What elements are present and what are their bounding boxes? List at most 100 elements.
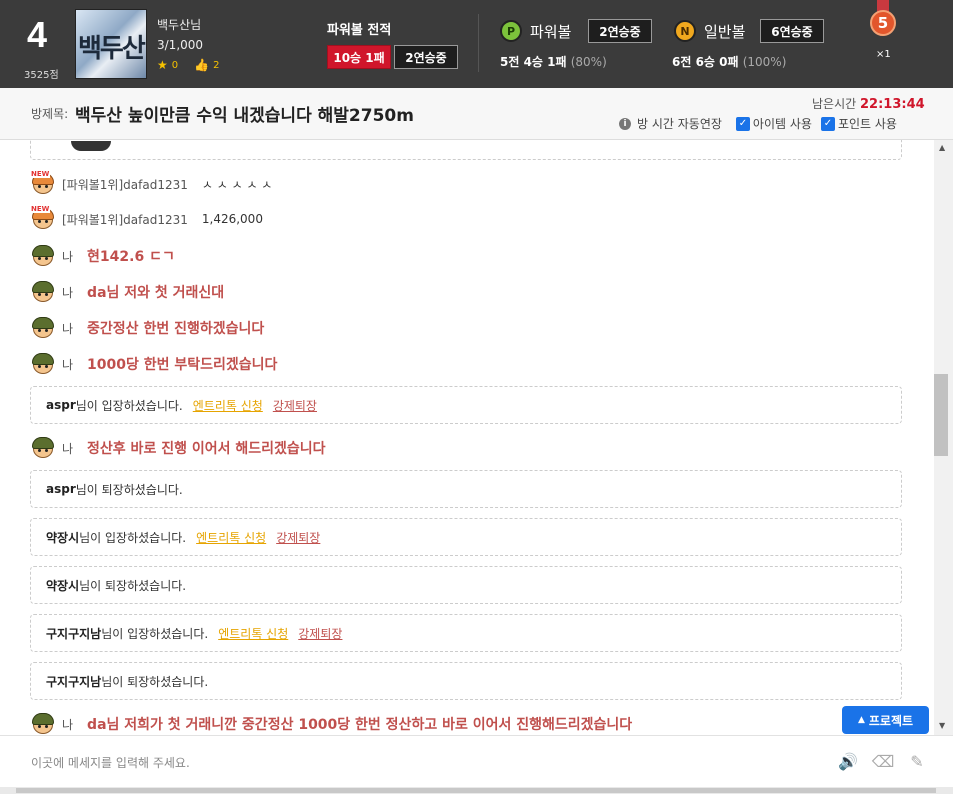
system-notice: 약장시 님이 퇴장하셨습니다. [30,566,902,604]
top-bar: 4 3525점 백두산 백두산님 3/1,000 ★ 0 👍 2 파워볼 전적 … [0,0,953,88]
avatar-text: 백두산 [78,34,146,64]
medal-icon: 5 [868,0,898,44]
notice-text: 님이 퇴장하셨습니다. [101,674,209,689]
normalball-record-pct: (100%) [742,55,787,69]
message-text: 현142.6 ㄷㄱ [87,249,175,265]
normalball-record-text: 6전 6승 0패 [672,55,739,69]
message-text: 1,426,000 [201,212,263,226]
normalball-record: 6전 6승 0패 (100%) [672,53,786,70]
message-text: da님 저희가 첫 거래니깐 중간정산 1000당 한번 정산하고 바로 이어서… [87,717,633,733]
message-text: 정산후 바로 진행 이어서 해드리겠습니다 [87,441,326,457]
room-title: 백두산 높이만큼 수익 내겠습니다 해발2750m [75,106,414,126]
my-message: 나 현142.6 ㄷㄱ [30,244,902,268]
project-button[interactable]: ▲ 프로젝트 [842,706,929,734]
system-notice: 약장시 님이 입장하셨습니다. 엔트리톡 신청 강제퇴장 [30,518,902,556]
scroll-up-icon[interactable]: ▲ [939,143,945,152]
normalball-label: 일반볼 [704,23,746,41]
my-avatar-icon [30,316,56,340]
speaker-icon[interactable]: 🔊 [837,751,859,771]
horizontal-scrollbar[interactable] [0,787,953,794]
message-input-bar: 이곳에 메세지를 입력해 주세요. 🔊 ⌫ ✎ [0,735,953,787]
notice-user[interactable]: aspr [46,398,76,412]
eraser-icon[interactable]: ⌫ [872,751,895,771]
my-message: 나 1000당 한번 부탁드리겠습니다 [30,352,902,376]
star-count: 0 [171,59,179,71]
magic-wand-icon[interactable]: ✎ [906,751,928,771]
message-sender: 나 [62,285,74,300]
medal-count: ×1 [876,49,891,60]
powerball-icon: P [500,20,522,42]
my-avatar-icon [30,244,56,268]
notice-text: 님이 퇴장하셨습니다. [79,578,187,593]
caret-up-icon: ▲ [857,715,865,725]
kick-link[interactable]: 강제퇴장 [298,625,342,642]
point-use-label: 포인트 사용 [837,117,897,131]
powerball-label: 파워볼 [530,23,572,41]
my-message: 나 da님 저와 첫 거래신대 [30,280,902,304]
notice-user[interactable]: 구지구지남 [46,625,101,642]
item-use-option[interactable]: ✓ 아이템 사용 [735,115,812,132]
message-sender: 나 [62,321,74,336]
system-notice: aspr 님이 퇴장하셨습니다. [30,470,902,508]
powerball-record-title: 파워볼 전적 [327,23,392,38]
entry-talk-link[interactable]: 엔트리톡 신청 [196,529,266,546]
username: 백두산님 [157,18,202,32]
system-notice: aspr 님이 입장하셨습니다. 엔트리톡 신청 강제퇴장 [30,386,902,424]
powerball-record-pct: (80%) [570,55,607,69]
remaining-time: 남은시간 22:13:44 [812,95,925,112]
normalball-streak-badge: 6연승중 [760,19,824,43]
user-stats: ★ 0 👍 2 [157,58,219,72]
scroll-down-icon[interactable]: ▼ [939,721,945,730]
avatar[interactable]: 백두산 [75,9,147,79]
remaining-time-label: 남은시간 [812,97,857,111]
message-sender: 나 [62,249,74,264]
item-use-checkbox[interactable]: ✓ [735,116,750,131]
my-avatar-icon [30,436,56,460]
record-streak-badge: 2연승중 [394,45,458,69]
chat-message: NEW [파워볼1위]dafad1231 ㅅ ㅅ ㅅ ㅅ ㅅ [30,170,902,196]
info-icon[interactable]: i [619,117,631,130]
user-avatar-icon: NEW [30,170,56,196]
notice-user[interactable]: 약장시 [46,529,79,546]
divider [478,14,479,72]
my-avatar-icon [30,352,56,376]
message-input[interactable]: 이곳에 메세지를 입력해 주세요. [31,754,190,771]
message-text: da님 저와 첫 거래신대 [87,285,225,301]
message-sender: 나 [62,357,74,372]
point-use-option[interactable]: ✓ 포인트 사용 [820,115,897,132]
notice-text: 님이 입장하셨습니다. [75,398,183,413]
notice-user[interactable]: 약장시 [46,577,79,594]
entry-talk-link[interactable]: 엔트리톡 신청 [218,625,288,642]
powerball-streak-badge: 2연승중 [588,19,652,43]
chat-scrollbar[interactable]: ▲ ▼ [934,140,953,735]
notice-user[interactable]: 구지구지남 [46,673,101,690]
item-use-label: 아이템 사용 [752,117,812,131]
system-notice: 구지구지남 님이 퇴장하셨습니다. [30,662,902,700]
notice-text: 님이 입장하셨습니다. [101,626,209,641]
remaining-time-value: 22:13:44 [860,97,925,112]
kick-link[interactable]: 강제퇴장 [273,397,317,414]
message-sender[interactable]: [파워볼1위]dafad1231 [62,211,188,228]
star-icon: ★ [157,58,168,72]
my-avatar-icon [30,712,56,735]
message-text: 1000당 한번 부탁드리겠습니다 [87,357,278,373]
powerball-record-text: 5전 4승 1패 [500,55,567,69]
message-sender[interactable]: [파워볼1위]dafad1231 [62,176,188,193]
notice-user[interactable]: aspr [46,482,76,496]
horizontal-scroll-thumb[interactable] [16,788,936,793]
point-use-checkbox[interactable]: ✓ [820,116,835,131]
my-avatar-icon [30,280,56,304]
chat-log[interactable]: NEW [파워볼1위]dafad1231 ㅅ ㅅ ㅅ ㅅ ㅅ NEW [파워볼1… [0,140,934,735]
user-count: 3/1,000 [157,38,204,52]
entry-talk-link[interactable]: 엔트리톡 신청 [193,397,263,414]
kick-link[interactable]: 강제퇴장 [276,529,320,546]
partial-message-box [30,140,902,160]
mascot-image [71,141,111,151]
system-notice: 구지구지남 님이 입장하셨습니다. 엔트리톡 신청 강제퇴장 [30,614,902,652]
record-win-loss-badge: 10승 1패 [327,45,391,69]
my-message: 나 정산후 바로 진행 이어서 해드리겠습니다 [30,436,902,460]
medal-number: 5 [870,10,896,36]
my-message: 나 da님 저희가 첫 거래니깐 중간정산 1000당 한번 정산하고 바로 이… [30,712,902,735]
scroll-thumb[interactable] [934,374,948,456]
notice-text: 님이 퇴장하셨습니다. [75,482,183,497]
